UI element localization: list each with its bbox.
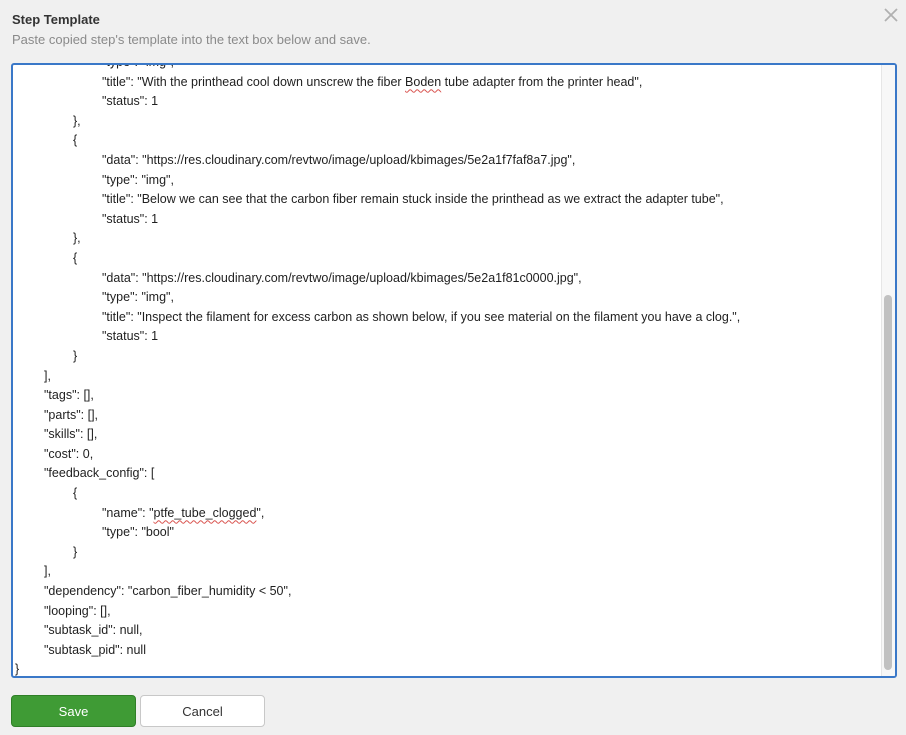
code-line: "name": "ptfe_tube_clogged", xyxy=(102,505,265,520)
code-line: "subtask_id": null, xyxy=(44,623,143,638)
code-line: "subtask_pid": null xyxy=(44,642,146,657)
code-line: "title": "Inspect the filament for exces… xyxy=(102,309,741,324)
code-line: "data": "https://res.cloudinary.com/revt… xyxy=(102,270,582,285)
code-line: } xyxy=(73,348,78,363)
code-line: } xyxy=(15,662,20,677)
code-line: "dependency": "carbon_fiber_humidity < 5… xyxy=(44,584,292,599)
template-code: "type": "img","title": "With the printhe… xyxy=(13,65,881,677)
code-line: "type": "img", xyxy=(15,65,881,73)
code-line: "cost": 0, xyxy=(44,446,94,461)
step-template-dialog: Step Template Paste copied step's templa… xyxy=(0,0,906,735)
code-line: "status": 1 xyxy=(102,94,159,109)
code-line: "type": "bool" xyxy=(102,525,174,540)
spellcheck-word: Boden xyxy=(405,74,442,89)
scrollbar-thumb[interactable] xyxy=(884,295,892,670)
code-line: }, xyxy=(73,113,81,128)
code-line: { xyxy=(73,250,78,265)
code-line: "feedback_config": [ xyxy=(44,466,155,481)
close-icon[interactable] xyxy=(882,6,900,24)
code-line: "type": "img", xyxy=(102,290,174,305)
editor-scrollbar[interactable] xyxy=(881,65,895,676)
dialog-subtitle: Paste copied step's template into the te… xyxy=(12,32,371,47)
code-line: "type": "img", xyxy=(102,172,174,187)
save-button[interactable]: Save xyxy=(11,695,136,727)
spellcheck-word: ptfe_tube_clogged xyxy=(153,505,257,520)
code-line: "skills": [], xyxy=(44,427,98,442)
code-line: "data": "https://res.cloudinary.com/revt… xyxy=(102,152,576,167)
code-line: }, xyxy=(73,231,81,246)
cancel-button[interactable]: Cancel xyxy=(140,695,265,727)
code-line: "status": 1 xyxy=(102,329,159,344)
code-line: "looping": [], xyxy=(44,603,111,618)
code-line: "title": "Below we can see that the carb… xyxy=(102,192,724,207)
code-line: } xyxy=(73,544,78,559)
template-textarea[interactable]: "type": "img","title": "With the printhe… xyxy=(11,63,897,678)
code-line: ], xyxy=(44,368,51,383)
code-line: { xyxy=(73,486,78,501)
code-line: "title": "With the printhead cool down u… xyxy=(102,74,643,89)
code-line: ], xyxy=(44,564,51,579)
code-line: "tags": [], xyxy=(44,388,94,403)
code-line: "parts": [], xyxy=(44,407,99,422)
code-line: "status": 1 xyxy=(102,211,159,226)
code-line: { xyxy=(73,133,78,148)
dialog-title: Step Template xyxy=(12,12,100,27)
